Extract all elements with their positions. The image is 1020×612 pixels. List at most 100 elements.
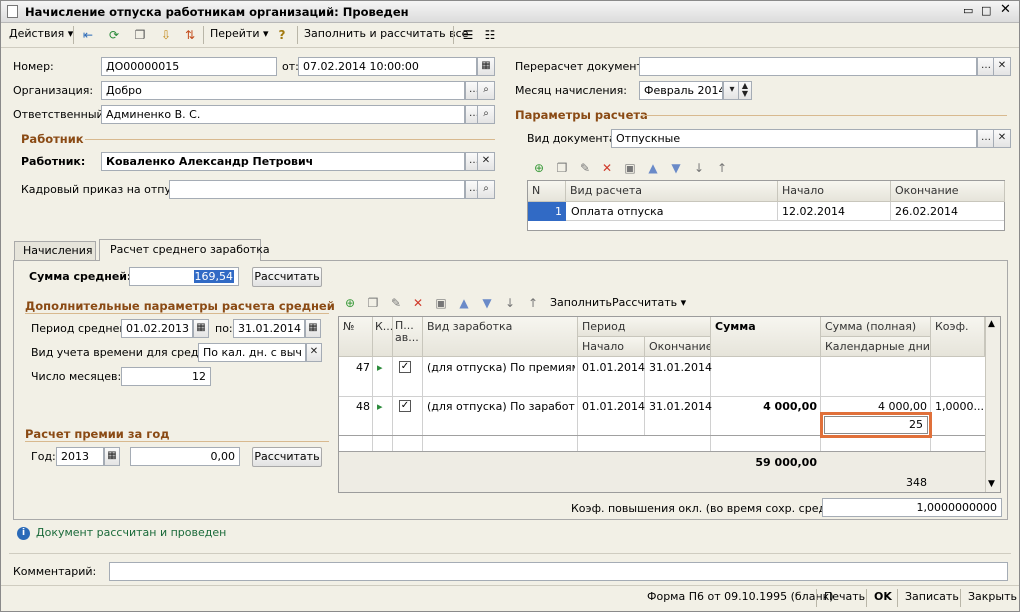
scroll-down-icon[interactable]: ▼ [988, 479, 995, 489]
year-calc-button[interactable]: Рассчитать [252, 447, 322, 467]
copy-row-icon[interactable]: ❐ [554, 160, 570, 176]
col-header-period[interactable]: Период [578, 317, 711, 337]
col-header-calc-type[interactable]: Вид расчета [566, 181, 778, 202]
end-edit-icon[interactable]: ▣ [433, 295, 449, 311]
structure-icon[interactable]: ⇅ [181, 26, 199, 44]
ok-button[interactable]: OK [874, 590, 892, 604]
close-window-button[interactable]: ✕ [1000, 3, 1011, 17]
tab-average-earnings[interactable]: Расчет среднего заработка [99, 239, 270, 261]
restore-button[interactable]: ▭ [963, 4, 973, 18]
start-cell[interactable]: 12.02.2014 [778, 202, 891, 221]
calc-type-cell[interactable]: Оплата отпуска [566, 202, 778, 221]
col-header-start[interactable]: Начало [778, 181, 891, 202]
fill-calc-all-button[interactable]: Заполнить и рассчитать все [301, 25, 471, 45]
number-field[interactable]: ДО00000015 [101, 57, 277, 76]
time-clear-icon[interactable]: ✕ [306, 343, 322, 362]
sort-asc-icon[interactable]: ↓ [502, 295, 518, 311]
delete-icon[interactable]: ✕ [599, 160, 615, 176]
time-field[interactable]: По кал. дн. с выч [198, 343, 306, 362]
sort-desc-icon[interactable]: ↑ [714, 160, 730, 176]
move-down-icon[interactable]: ▼ [668, 160, 684, 176]
avg-sum-field[interactable]: 169,54 [129, 267, 239, 286]
help-icon[interactable]: ? [273, 26, 291, 44]
months-field[interactable]: 12 [121, 367, 211, 386]
print-button[interactable]: Печать [824, 590, 865, 604]
date-field[interactable]: 07.02.2014 10:00:00 [298, 57, 477, 76]
add-icon[interactable]: ⊕ [531, 160, 547, 176]
order-search-icon[interactable]: ⌕ [477, 180, 495, 199]
order-field[interactable] [169, 180, 465, 199]
col-header-number[interactable]: № [339, 317, 373, 357]
actions-menu[interactable]: Действия ▾ [6, 25, 76, 45]
delete-icon[interactable]: ✕ [410, 295, 426, 311]
col-header-cal-days[interactable]: Календарные дни [821, 337, 931, 357]
full-sum-cell[interactable]: 4 000,00 [821, 400, 927, 413]
resp-field[interactable]: Админенко В. С. [101, 105, 465, 124]
koef-cell[interactable]: 1,0000... [935, 400, 983, 413]
calc-menu[interactable]: Рассчитать ▾ [612, 296, 686, 310]
col-header-koef[interactable]: Коэф. [931, 317, 985, 357]
cal-days-edit-cell[interactable]: 25 [820, 412, 932, 438]
reread-icon[interactable]: ⟳ [105, 26, 123, 44]
settings-list-icon[interactable]: ☷ [481, 26, 499, 44]
comment-field[interactable] [109, 562, 1008, 581]
col-header-sum[interactable]: Сумма [711, 317, 821, 357]
year-calendar-icon[interactable]: ▦ [104, 447, 120, 466]
koef-field[interactable]: 1,0000000000 [822, 498, 1002, 517]
col-header-n[interactable]: N [528, 181, 566, 202]
copy-icon[interactable]: ❐ [131, 26, 149, 44]
scroll-up-icon[interactable]: ▲ [988, 319, 995, 329]
table-row[interactable]: 47 ▸ ✓ (для отпуска) По премиям 01.01.20… [339, 357, 985, 396]
worker-field[interactable]: Коваленко Александр Петрович [101, 152, 465, 171]
sort-asc-icon[interactable]: ↓ [691, 160, 707, 176]
avg-calc-button[interactable]: Рассчитать [252, 267, 322, 287]
kind-cell[interactable]: (для отпуска) По заработку [427, 400, 575, 413]
col-header-kind[interactable]: Вид заработка [423, 317, 578, 357]
period-to-field[interactable]: 31.01.2014 [233, 319, 305, 338]
tab-accruals[interactable]: Начисления [14, 241, 96, 260]
table-row[interactable]: 48 ▸ ✓ (для отпуска) По заработку 01.01.… [339, 397, 985, 438]
add-icon[interactable]: ⊕ [342, 295, 358, 311]
save-button[interactable]: Записать [905, 590, 959, 604]
recalc-clear-icon[interactable]: ✕ [993, 57, 1011, 76]
year-sum-field[interactable]: 0,00 [130, 447, 240, 466]
end-cell[interactable]: 31.01.2014 [649, 361, 712, 374]
sort-desc-icon[interactable]: ↑ [525, 295, 541, 311]
calendar-icon[interactable]: ▦ [477, 57, 495, 76]
fill-button[interactable]: Заполнить [550, 296, 612, 310]
resp-search-icon[interactable]: ⌕ [477, 105, 495, 124]
move-up-icon[interactable]: ▲ [645, 160, 661, 176]
close-button[interactable]: Закрыть [968, 590, 1017, 604]
col-header-p[interactable]: П... ав... [393, 317, 423, 357]
col-header-end[interactable]: Окончание [891, 181, 1005, 202]
month-spin-icon[interactable]: ▲ ▼ [738, 81, 752, 100]
col-header-k[interactable]: К... [373, 317, 393, 357]
based-on-icon[interactable]: ⇩ [157, 26, 175, 44]
edit-icon[interactable]: ✎ [388, 295, 404, 311]
table-scrollbar[interactable]: ▲ ▼ [985, 317, 1000, 492]
period-from-calendar-icon[interactable]: ▦ [193, 319, 209, 338]
doc-type-clear-icon[interactable]: ✕ [993, 129, 1011, 148]
end-cell[interactable]: 26.02.2014 [891, 202, 1004, 221]
move-down-icon[interactable]: ▼ [479, 295, 495, 311]
period-to-calendar-icon[interactable]: ▦ [305, 319, 321, 338]
col-header-end[interactable]: Окончание [645, 337, 711, 357]
start-cell[interactable]: 01.01.2014 [582, 400, 645, 413]
col-header-start[interactable]: Начало [578, 337, 645, 357]
maximize-button[interactable]: □ [981, 4, 991, 18]
end-edit-icon[interactable]: ▣ [622, 160, 638, 176]
year-field[interactable]: 2013 [56, 447, 104, 466]
move-up-icon[interactable]: ▲ [456, 295, 472, 311]
copy-row-icon[interactable]: ❐ [365, 295, 381, 311]
checkbox[interactable]: ✓ [399, 400, 411, 412]
recalc-field[interactable] [639, 57, 977, 76]
print-form-button[interactable]: Форма П6 от 09.10.1995 (бланк) [647, 590, 834, 604]
post-icon[interactable]: ⇤ [79, 26, 97, 44]
org-field[interactable]: Добро [101, 81, 465, 100]
org-search-icon[interactable]: ⌕ [477, 81, 495, 100]
period-from-field[interactable]: 01.02.2013 [121, 319, 193, 338]
col-header-full-sum[interactable]: Сумма (полная) [821, 317, 931, 337]
table-row[interactable]: 1 Оплата отпуска 12.02.2014 26.02.2014 [528, 202, 1004, 222]
month-field[interactable]: Февраль 2014 [639, 81, 723, 100]
doc-type-field[interactable]: Отпускные [611, 129, 977, 148]
